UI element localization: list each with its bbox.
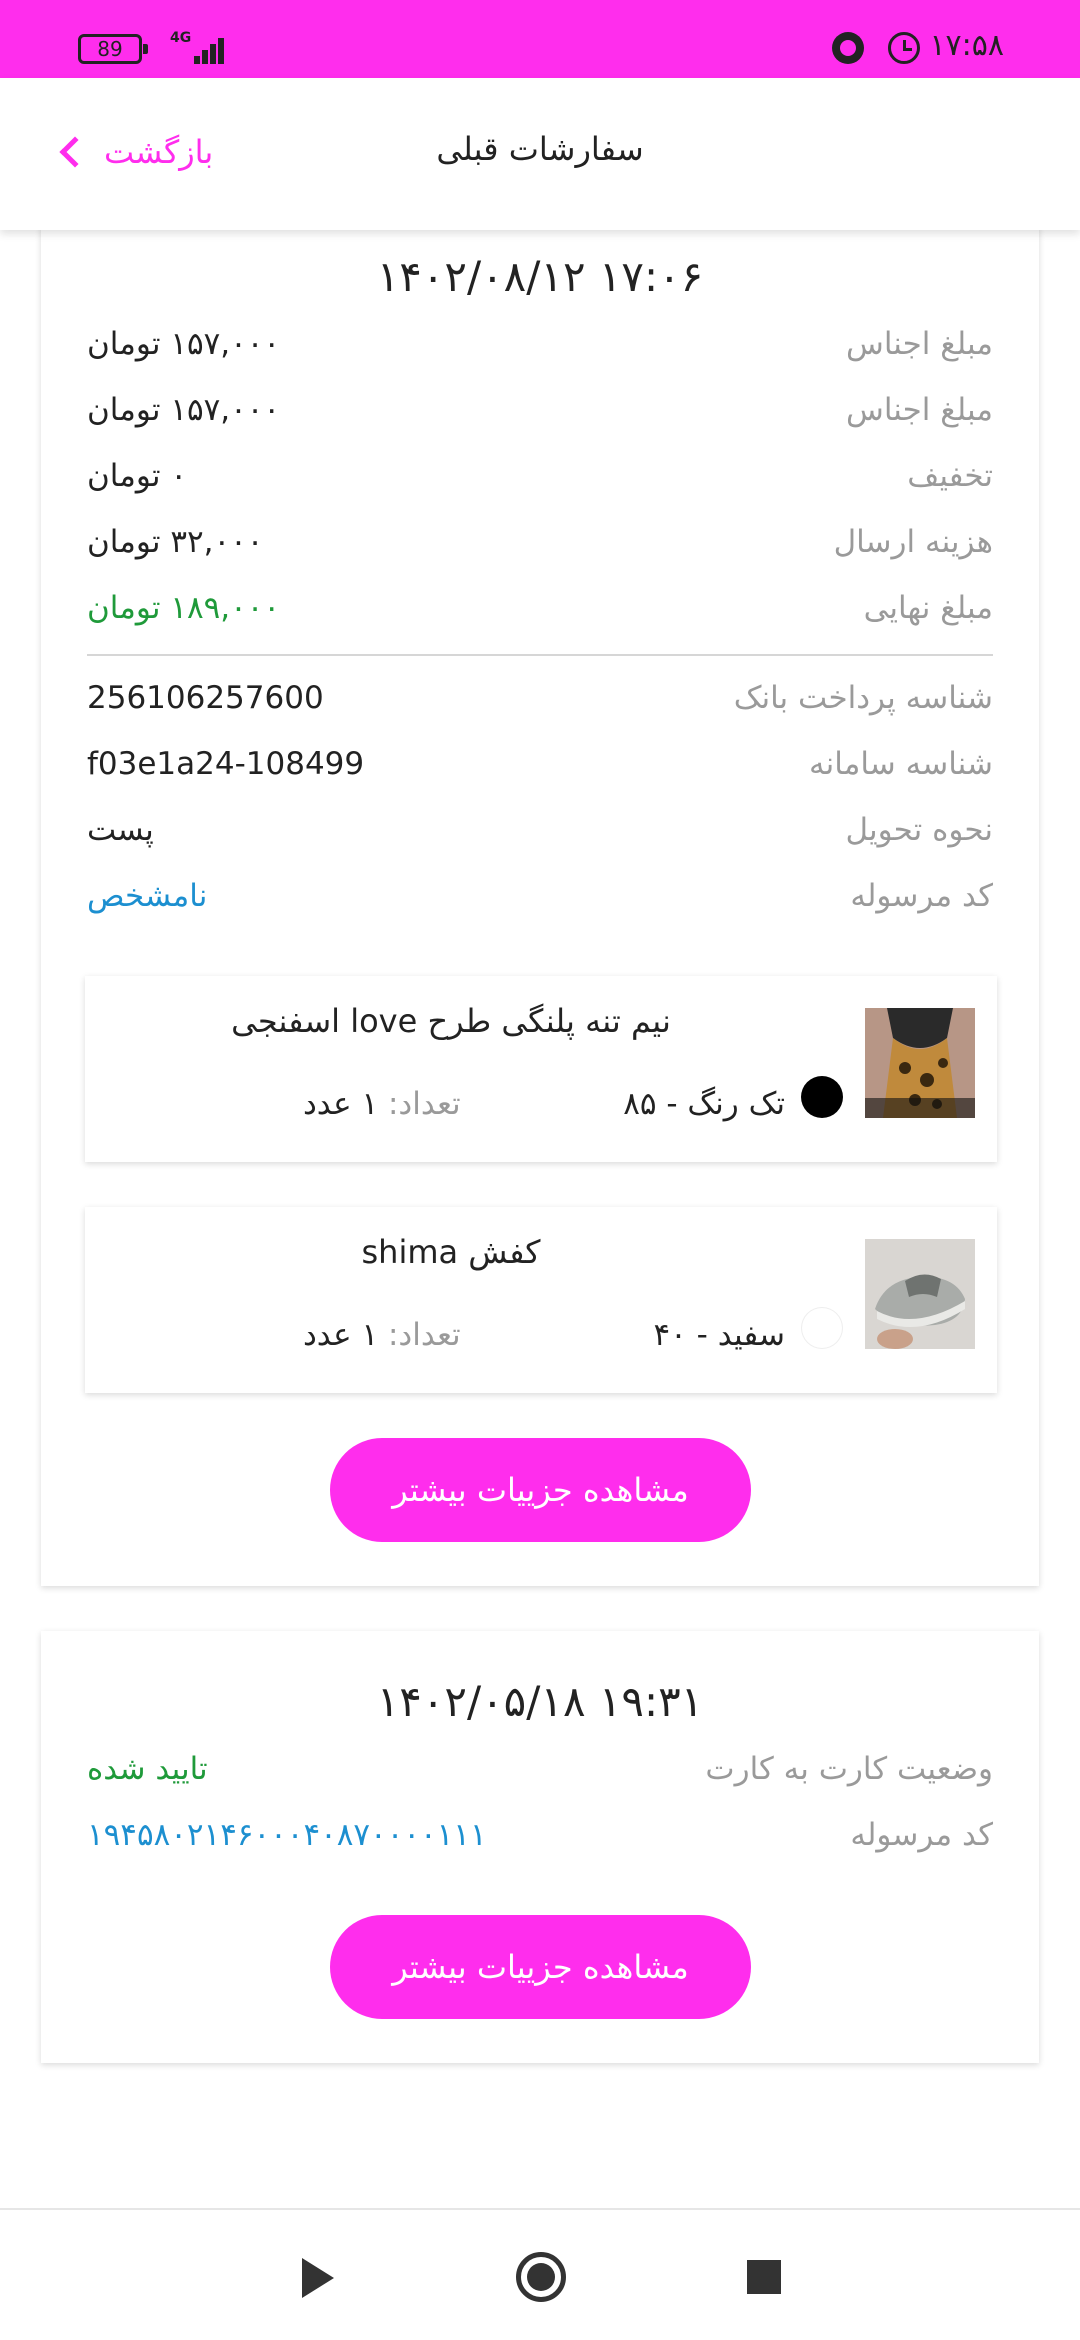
row-label: تخفیف [907, 458, 993, 494]
more-details-button[interactable]: مشاهده جزییات بیشتر [330, 1438, 751, 1542]
item-variant: تک رنگ - ۸۵ [623, 1086, 785, 1122]
status-value: تایید شده [87, 1751, 208, 1787]
product-thumbnail [865, 1239, 975, 1349]
row-value: 256106257600 [87, 680, 324, 716]
chevron-left-icon [59, 136, 91, 168]
signal-icon [186, 32, 226, 64]
order-row: نحوه تحویل پست [87, 812, 993, 860]
item-name: نیم تنه پلنگی طرح love اسفنجی [231, 1002, 671, 1040]
back-button[interactable]: بازگشت [56, 128, 213, 176]
order-row: هزینه ارسال ۳۲,۰۰۰ تومان [87, 524, 993, 572]
color-swatch [801, 1076, 843, 1118]
final-amount: ۱۸۹,۰۰۰ تومان [87, 590, 281, 626]
row-value: f03e1a24-108499 [87, 746, 365, 782]
color-swatch [801, 1307, 843, 1349]
item-quantity: تعداد: ۱ عدد [303, 1086, 461, 1122]
row-label: مبلغ نهایی [863, 590, 993, 626]
order-row: شناسه پرداخت بانک 256106257600 [87, 680, 993, 728]
row-label: کد مرسوله [850, 1817, 993, 1853]
row-label: هزینه ارسال [833, 524, 993, 560]
order-item[interactable]: نیم تنه پلنگی طرح love اسفنجی تک رنگ - ۸… [85, 976, 997, 1162]
more-details-button[interactable]: مشاهده جزییات بیشتر [330, 1915, 751, 2019]
row-label: نحوه تحویل [845, 812, 993, 848]
status-bar: 89 4G ۱۷:۵۸ [0, 0, 1080, 78]
back-triangle-icon[interactable] [302, 2258, 334, 2298]
system-nav-bar [0, 2208, 1080, 2340]
item-quantity: تعداد: ۱ عدد [303, 1317, 461, 1353]
quantity-label: تعداد: [387, 1317, 461, 1353]
tracking-code[interactable]: ۱۹۴۵۸۰۲۱۴۶۰۰۰۴۰۸۷۰۰۰۰۱۱۱ [87, 1817, 487, 1853]
clock: ۱۷:۵۸ [929, 28, 1004, 63]
order-row: مبلغ نهایی ۱۸۹,۰۰۰ تومان [87, 590, 993, 638]
order-item[interactable]: کفش shima سفید - ۴۰ تعداد: ۱ عدد [85, 1207, 997, 1393]
quantity-value: ۱ عدد [303, 1317, 388, 1353]
battery-level: 89 [97, 37, 123, 61]
vpn-icon [832, 32, 864, 64]
quantity-label: تعداد: [387, 1086, 461, 1122]
battery-icon: 89 [78, 34, 148, 64]
order-row: شناسه سامانه f03e1a24-108499 [87, 746, 993, 794]
row-label: مبلغ اجناس [846, 326, 993, 362]
tracking-code: نامشخص [87, 878, 208, 914]
order-card: ۱۴۰۲/۰۵/۱۸ ۱۹:۳۱ وضعیت کارت به کارت تایی… [41, 1631, 1039, 2063]
row-label: مبلغ اجناس [846, 392, 993, 428]
item-variant: سفید - ۴۰ [653, 1317, 786, 1353]
home-circle-icon[interactable] [516, 2252, 566, 2302]
order-row: مبلغ اجناس ۱۵۷,۰۰۰ تومان [87, 326, 993, 374]
order-row: کد مرسوله ۱۹۴۵۸۰۲۱۴۶۰۰۰۴۰۸۷۰۰۰۰۱۱۱ [87, 1817, 993, 1865]
row-value: ۱۵۷,۰۰۰ تومان [87, 392, 281, 428]
product-thumbnail [865, 1008, 975, 1118]
app-header: سفارشات قبلی بازگشت [0, 78, 1080, 230]
alarm-icon [888, 32, 920, 64]
row-label: شناسه سامانه [809, 746, 993, 782]
row-label: وضعیت کارت به کارت [705, 1751, 993, 1787]
row-label: کد مرسوله [850, 878, 993, 914]
row-value: پست [87, 812, 154, 848]
order-row: کد مرسوله نامشخص [87, 878, 993, 926]
row-value: ۱۵۷,۰۰۰ تومان [87, 326, 281, 362]
order-row: تخفیف ۰ تومان [87, 458, 993, 506]
order-row: مبلغ اجناس ۱۵۷,۰۰۰ تومان [87, 392, 993, 440]
divider [87, 654, 993, 656]
row-value: ۰ تومان [87, 458, 187, 494]
recents-square-icon[interactable] [747, 2260, 781, 2294]
row-value: ۳۲,۰۰۰ تومان [87, 524, 264, 560]
row-label: شناسه پرداخت بانک [733, 680, 993, 716]
quantity-value: ۱ عدد [303, 1086, 388, 1122]
back-label: بازگشت [104, 133, 214, 171]
order-date: ۱۴۰۲/۰۸/۱۲ ۱۷:۰۶ [376, 252, 704, 301]
item-name: کفش shima [361, 1233, 541, 1271]
order-row: وضعیت کارت به کارت تایید شده [87, 1751, 993, 1799]
order-date: ۱۴۰۲/۰۵/۱۸ ۱۹:۳۱ [376, 1677, 704, 1726]
order-card: ۱۴۰۲/۰۸/۱۲ ۱۷:۰۶ مبلغ اجناس ۱۵۷,۰۰۰ توما… [41, 200, 1039, 1586]
